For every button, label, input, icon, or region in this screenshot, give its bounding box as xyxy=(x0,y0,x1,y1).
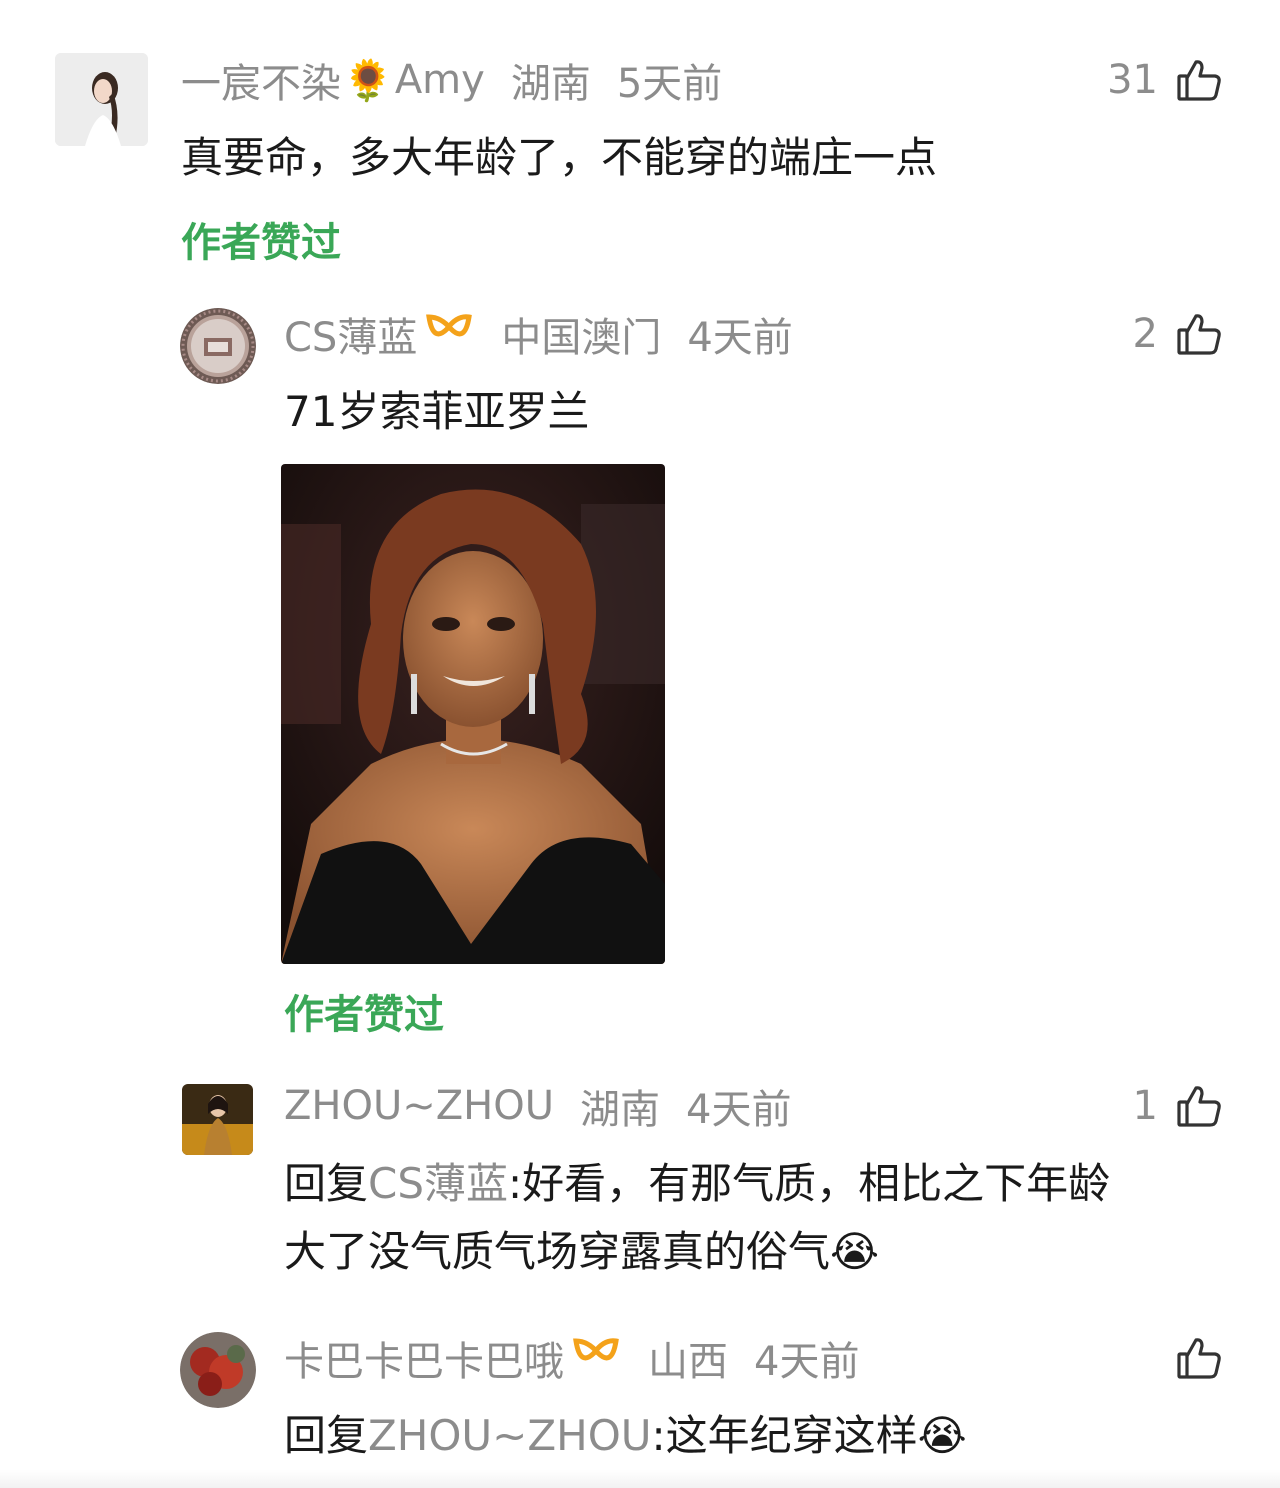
comment-list: 一宸不染 🌻 Amy 湖南 5天前 31 真要命，多大年龄了，不能穿的端庄一点 … xyxy=(0,0,1280,1488)
thumbs-up-icon xyxy=(1177,1338,1221,1379)
comment-text-part: 大了没气质气场穿露真的俗气 xyxy=(284,1227,831,1276)
thumbs-up-icon xyxy=(1177,60,1221,101)
timestamp: 4天前 xyxy=(687,315,793,361)
reply-mention[interactable]: ZHOU~ZHOU xyxy=(368,1411,652,1460)
username[interactable]: 一宸不染 xyxy=(181,51,341,109)
avatar[interactable] xyxy=(55,53,148,146)
thumbs-up-icon xyxy=(1177,1086,1221,1127)
username[interactable]: 卡巴卡巴卡巴哦 xyxy=(284,1329,564,1387)
author-liked-badge: 作者赞过 xyxy=(284,992,444,1038)
avatar[interactable] xyxy=(182,1084,253,1155)
reply-prefix: 回复 xyxy=(284,1159,369,1208)
thumbs-up-icon xyxy=(1177,314,1221,355)
like-button[interactable]: 2 xyxy=(1133,306,1222,362)
like-button[interactable]: 1 xyxy=(1133,1078,1222,1134)
timestamp: 4天前 xyxy=(686,1087,792,1133)
avatar[interactable] xyxy=(180,1332,256,1408)
comment-text-part: :好看，有那气质，相比之下年龄 xyxy=(508,1159,1111,1208)
bottom-fade xyxy=(0,1470,1280,1488)
like-count: 31 xyxy=(1107,57,1158,103)
like-count: 1 xyxy=(1132,1083,1158,1129)
comment-text: 回复CS薄蓝:好看，有那气质，相比之下年龄 大了没气质气场穿露真的俗气😭 xyxy=(284,1150,1244,1286)
crying-emoji: 😭 xyxy=(830,1227,880,1276)
location: 中国澳门 xyxy=(501,315,662,361)
reply-prefix: 回复 xyxy=(284,1411,369,1460)
comment-meta: 一宸不染 🌻 Amy 湖南 5天前 xyxy=(181,52,722,108)
comment-line-2: 大了没气质气场穿露真的俗气😭 xyxy=(284,1218,1244,1286)
attached-photo[interactable] xyxy=(281,464,665,964)
username-suffix[interactable]: Amy xyxy=(395,57,485,103)
location: 山西 xyxy=(648,1339,728,1385)
comment-meta: ZHOU~ZHOU 湖南 4天前 xyxy=(284,1078,791,1134)
comment-text: 回复ZHOU~ZHOU:这年纪穿这样😭 xyxy=(284,1402,967,1470)
crying-emoji: 😭 xyxy=(917,1411,967,1460)
vip-badge-icon xyxy=(570,1335,622,1381)
like-count: 2 xyxy=(1132,311,1158,357)
location: 湖南 xyxy=(580,1087,660,1133)
timestamp: 4天前 xyxy=(754,1339,860,1385)
like-button[interactable]: 31 xyxy=(1107,52,1222,108)
comment-text-part: :这年纪穿这样 xyxy=(651,1411,918,1460)
vip-badge-icon xyxy=(423,311,475,357)
comment-text: 真要命，多大年龄了，不能穿的端庄一点 xyxy=(181,133,938,182)
username[interactable]: CS薄蓝 xyxy=(284,305,417,363)
avatar[interactable] xyxy=(180,308,256,384)
location: 湖南 xyxy=(510,61,591,107)
comment-meta: 卡巴卡巴卡巴哦 山西 4天前 xyxy=(284,1330,859,1386)
comment-text: 71岁索菲亚罗兰 xyxy=(284,387,590,436)
username[interactable]: ZHOU~ZHOU xyxy=(284,1083,554,1129)
like-button[interactable] xyxy=(1158,1330,1222,1386)
timestamp: 5天前 xyxy=(616,61,723,107)
comment-meta: CS薄蓝 中国澳门 4天前 xyxy=(284,306,793,362)
sunflower-emoji: 🌻 xyxy=(343,57,393,104)
reply-mention[interactable]: CS薄蓝 xyxy=(368,1159,508,1208)
author-liked-badge: 作者赞过 xyxy=(181,220,341,266)
comment-line-1: 回复CS薄蓝:好看，有那气质，相比之下年龄 xyxy=(284,1150,1244,1218)
